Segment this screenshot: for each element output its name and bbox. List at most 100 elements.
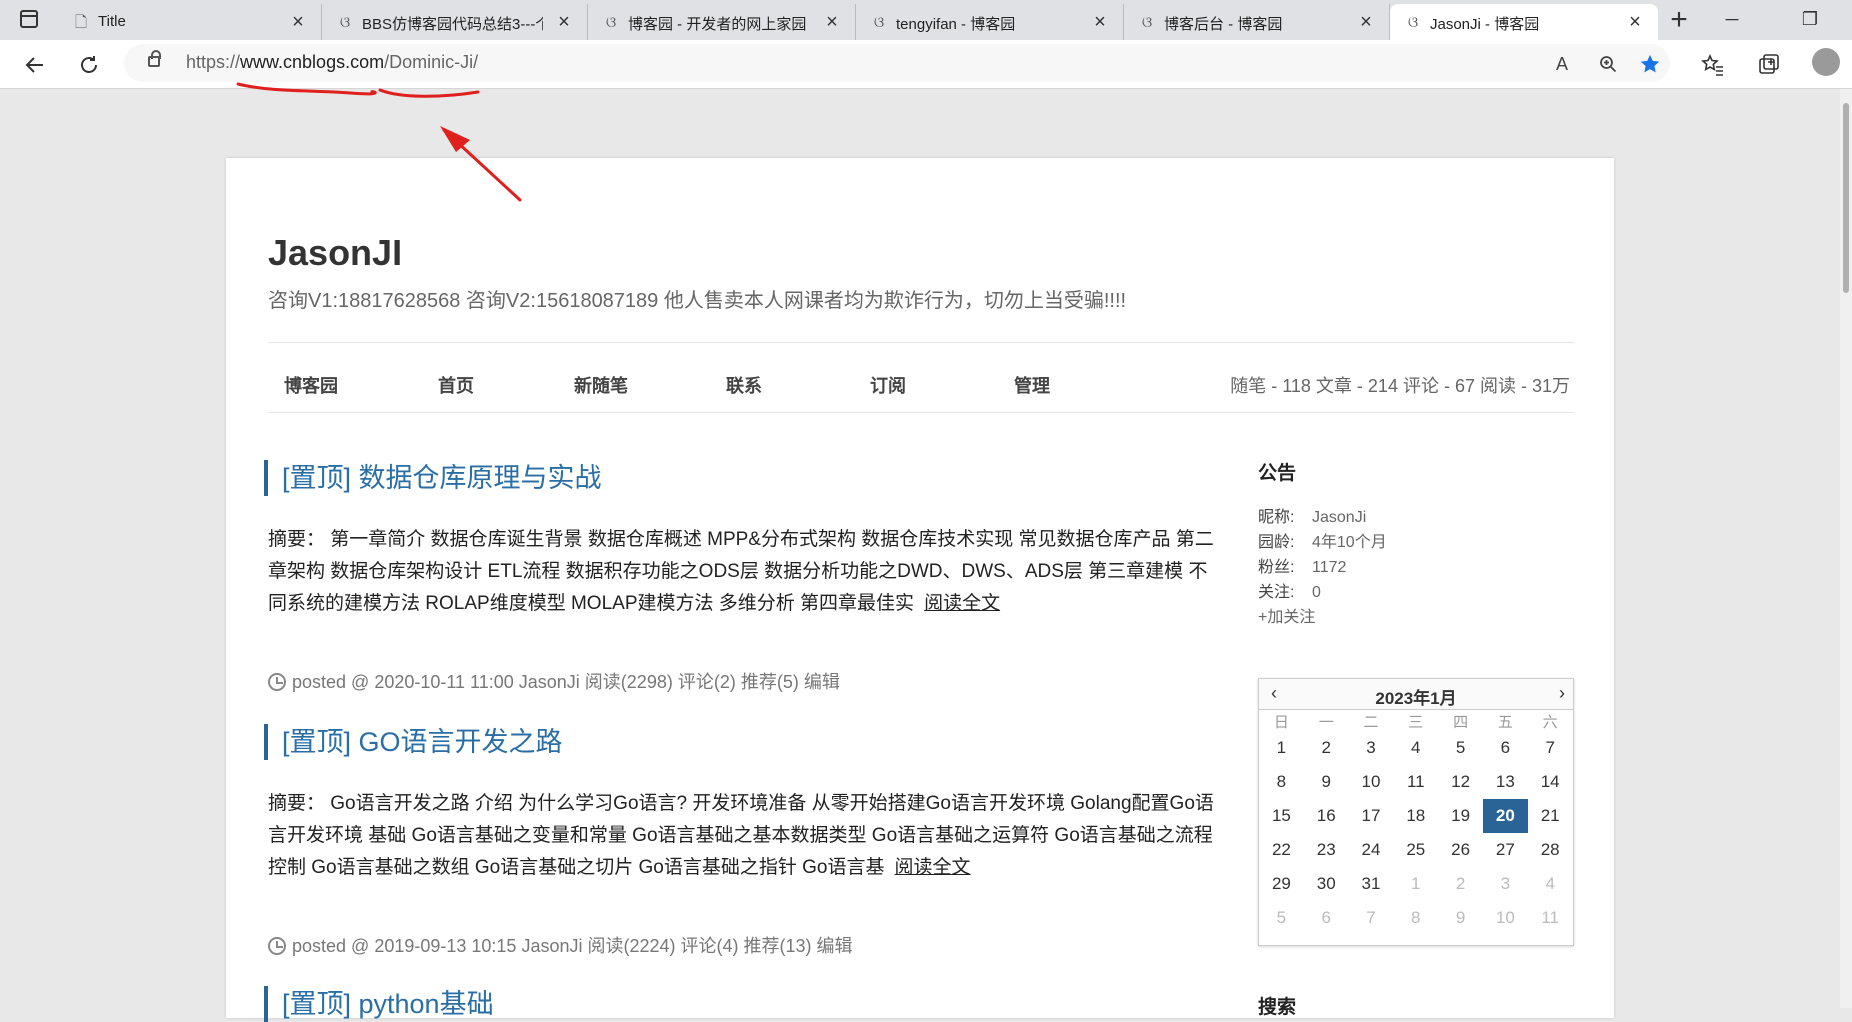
calendar-weekday: 五	[1497, 714, 1513, 731]
post-meta-text: posted @ 2019-09-13 10:15 JasonJi 阅读(222…	[292, 936, 853, 956]
calendar-day[interactable]: 26	[1438, 833, 1483, 867]
calendar-day[interactable]: 11	[1393, 765, 1438, 799]
calendar-day[interactable]: 10	[1349, 765, 1394, 799]
read-aloud-icon[interactable]: A	[1548, 50, 1576, 78]
tab-title[interactable]: 🗋 Title ×	[58, 4, 322, 40]
calendar-day[interactable]: 7	[1349, 901, 1394, 935]
nav-cnblogs[interactable]: 博客园	[284, 372, 338, 398]
calendar-title: 2023年1月	[1375, 689, 1457, 708]
arrow-left-icon	[25, 57, 43, 73]
post-title[interactable]: [置顶] python基础	[264, 986, 1214, 1022]
calendar-day[interactable]: 16	[1304, 799, 1349, 833]
scrollbar-thumb[interactable]	[1843, 103, 1849, 293]
read-more-link[interactable]: 阅读全文	[895, 857, 971, 878]
tab-jasonji[interactable]: ଓ JasonJi - 博客园 ×	[1390, 4, 1658, 40]
calendar-header: ‹ 2023年1月 ›	[1259, 679, 1573, 710]
profile-avatar[interactable]	[1812, 48, 1840, 76]
nav-subscribe[interactable]: 订阅	[870, 372, 906, 398]
post-meta-text: posted @ 2020-10-11 11:00 JasonJi 阅读(229…	[292, 672, 840, 692]
calendar-day[interactable]: 10	[1483, 901, 1528, 935]
tab-label: BBS仿博客园代码总结3---个	[362, 16, 543, 33]
calendar-day[interactable]: 12	[1438, 765, 1483, 799]
calendar-day[interactable]: 4	[1393, 731, 1438, 765]
refresh-button[interactable]	[72, 48, 106, 82]
calendar-day[interactable]: 17	[1349, 799, 1394, 833]
calendar-day[interactable]: 9	[1438, 901, 1483, 935]
restore-button[interactable]: ❐	[1780, 0, 1840, 40]
calendar-day[interactable]: 19	[1438, 799, 1483, 833]
favorite-star-icon[interactable]	[1636, 50, 1664, 78]
new-tab-button[interactable]: +	[1662, 4, 1696, 38]
profile-following: 关注: 0	[1258, 580, 1578, 605]
info-value[interactable]: JasonJi	[1312, 509, 1366, 526]
post-title[interactable]: [置顶] 数据仓库原理与实战	[264, 460, 1214, 496]
calendar-day[interactable]: 4	[1528, 867, 1573, 901]
page-scrollbar[interactable]	[1840, 89, 1852, 1008]
read-more-link[interactable]: 阅读全文	[924, 593, 1000, 614]
calendar-day[interactable]: 28	[1528, 833, 1573, 867]
info-value[interactable]: 1172	[1312, 559, 1346, 576]
address-bar[interactable]: https://www.cnblogs.com/Dominic-Ji/ A	[124, 44, 1670, 82]
close-icon[interactable]: ×	[553, 11, 575, 33]
calendar-day[interactable]: 3	[1483, 867, 1528, 901]
calendar-day[interactable]: 13	[1483, 765, 1528, 799]
notice-title: 公告	[1258, 463, 1297, 484]
blog-title[interactable]: JasonJI	[268, 232, 402, 274]
calendar-day[interactable]: 14	[1528, 765, 1573, 799]
calendar-day[interactable]: 2	[1438, 867, 1483, 901]
cnblogs-icon: ଓ	[1407, 14, 1419, 31]
calendar-day[interactable]: 5	[1438, 731, 1483, 765]
calendar-day[interactable]: 27	[1483, 833, 1528, 867]
url-text[interactable]: https://www.cnblogs.com/Dominic-Ji/	[186, 52, 478, 73]
calendar-weekday: 三	[1408, 714, 1424, 731]
nav-contact[interactable]: 联系	[726, 372, 762, 398]
tab-actions-button[interactable]	[0, 0, 58, 40]
calendar-day[interactable]: 20	[1482, 799, 1528, 833]
calendar-day[interactable]: 8	[1259, 765, 1304, 799]
close-icon[interactable]: ×	[1089, 11, 1111, 33]
calendar-day[interactable]: 5	[1259, 901, 1304, 935]
close-icon[interactable]: ×	[1624, 11, 1646, 33]
calendar-day[interactable]: 2	[1304, 731, 1349, 765]
calendar-day[interactable]: 30	[1304, 867, 1349, 901]
follow-link[interactable]: +加关注	[1258, 605, 1578, 630]
calendar-day[interactable]: 29	[1259, 867, 1304, 901]
close-icon[interactable]: ×	[287, 11, 309, 33]
cnblogs-icon: ଓ	[605, 14, 617, 31]
post-title[interactable]: [置顶] GO语言开发之路	[264, 724, 1214, 760]
calendar-day[interactable]: 22	[1259, 833, 1304, 867]
calendar-day[interactable]: 15	[1259, 799, 1304, 833]
favorites-button[interactable]	[1696, 48, 1730, 82]
close-icon[interactable]: ×	[1355, 11, 1377, 33]
nav-manage[interactable]: 管理	[1014, 372, 1050, 398]
close-icon[interactable]: ×	[821, 11, 843, 33]
url-host: www.cnblogs.com	[240, 52, 385, 72]
tab-blog-admin[interactable]: ଓ 博客后台 - 博客园 ×	[1124, 4, 1390, 40]
calendar-day[interactable]: 6	[1483, 731, 1528, 765]
collections-button[interactable]	[1752, 48, 1786, 82]
calendar-day[interactable]: 24	[1349, 833, 1394, 867]
tab-bbs[interactable]: ଓ BBS仿博客园代码总结3---个 ×	[322, 4, 588, 40]
minimize-button[interactable]: ─	[1702, 0, 1762, 40]
nav-new-post[interactable]: 新随笔	[574, 372, 628, 398]
tab-tengyifan[interactable]: ଓ tengyifan - 博客园 ×	[856, 4, 1124, 40]
zoom-icon[interactable]	[1594, 50, 1622, 78]
calendar-day[interactable]: 23	[1304, 833, 1349, 867]
calendar-day[interactable]: 21	[1528, 799, 1573, 833]
calendar-day[interactable]: 31	[1349, 867, 1394, 901]
calendar-day[interactable]: 18	[1393, 799, 1438, 833]
calendar-day[interactable]: 11	[1528, 901, 1573, 935]
calendar-next-button[interactable]: ›	[1559, 683, 1565, 704]
calendar-day[interactable]: 6	[1304, 901, 1349, 935]
tab-cnblogs-home[interactable]: ଓ 博客园 - 开发者的网上家园 ×	[588, 4, 856, 40]
calendar-day[interactable]: 25	[1393, 833, 1438, 867]
info-value[interactable]: 0	[1312, 584, 1321, 601]
back-button[interactable]	[18, 48, 52, 82]
calendar-day[interactable]: 8	[1393, 901, 1438, 935]
calendar-day[interactable]: 3	[1349, 731, 1394, 765]
calendar-day[interactable]: 9	[1304, 765, 1349, 799]
calendar-day[interactable]: 1	[1259, 731, 1304, 765]
calendar-day[interactable]: 1	[1393, 867, 1438, 901]
calendar-day[interactable]: 7	[1528, 731, 1573, 765]
nav-home[interactable]: 首页	[438, 372, 474, 398]
